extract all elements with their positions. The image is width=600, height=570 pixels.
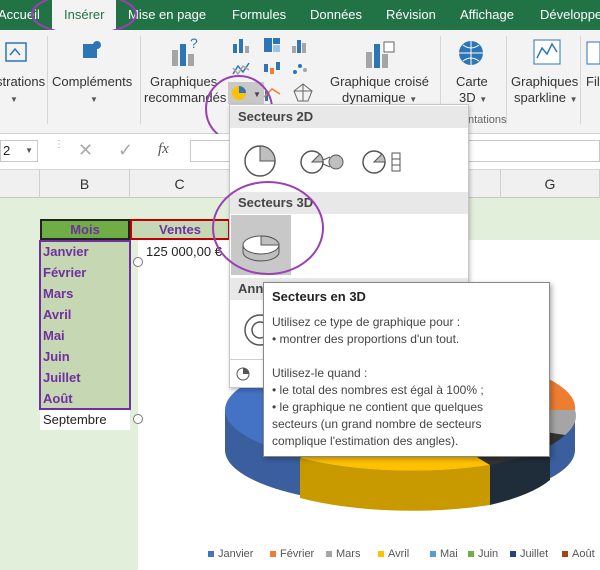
legend-swatch [326,551,332,558]
legend-label: Avril [388,548,410,560]
illustrations-icon[interactable] [2,40,30,66]
confirm-icon[interactable]: ✓ [118,140,133,161]
pie-more-icon[interactable] [236,367,250,381]
legend-swatch [208,551,214,558]
statistic-chart-icon[interactable] [290,36,310,54]
legend-label: Mars [336,548,361,560]
month-cell-septembre[interactable]: Septembre [40,409,130,430]
column-chart-icon[interactable] [231,36,251,54]
separator [140,36,141,124]
legend-label: Janvier [218,548,254,560]
legend-item[interactable]: Juin [468,548,498,560]
sparkline-label-1[interactable]: Graphiques [511,74,578,90]
pie-of-pie-icon[interactable] [298,147,346,177]
group-label-presentations: ntations [468,114,507,126]
resize-handle[interactable] [133,257,143,267]
filters-label[interactable]: Filt [586,74,600,90]
legend-item[interactable]: Juillet [510,548,548,560]
tooltip-line: Utilisez-le quand : [272,366,368,380]
tooltip-line: • montrer des proportions d'un tout. [272,332,460,346]
bar-of-pie-icon[interactable] [360,147,408,177]
legend-swatch [468,551,474,558]
sparkline-icon[interactable] [532,38,562,68]
month-cell[interactable]: Avril [40,304,130,325]
col-header-g[interactable]: G [500,170,600,198]
complements-button[interactable]: Compléments [52,74,132,90]
radar-chart-icon[interactable] [292,82,314,104]
month-cell[interactable]: Février [40,262,130,283]
tooltip-title: Secteurs en 3D [272,289,366,304]
tooltip-body: Utilisez ce type de graphique pour : • mo… [272,314,541,450]
legend-item[interactable]: Janvier [208,548,253,560]
tooltip-line: secteurs (un grand nombre de secteurs [272,417,482,431]
legend-label: Février [280,548,315,560]
tooltip-line [272,348,541,365]
resize-handle[interactable] [133,414,143,424]
legend-swatch [562,551,568,558]
legend-item[interactable]: Avril [378,548,409,560]
tooltip-line: • le graphique ne contient que quelques [272,400,484,414]
month-cell[interactable]: Mars [40,283,130,304]
name-box[interactable]: 2 ▼ [0,140,38,162]
separator [506,36,507,124]
legend-label: Août [572,548,595,560]
month-cell[interactable]: Juin [40,346,130,367]
legend-swatch [510,551,516,558]
legend-swatch [378,551,384,558]
pivot-chart-icon[interactable] [362,38,396,72]
separator [47,36,48,124]
legend-swatch [270,551,276,558]
col-header-b[interactable]: B [40,170,130,198]
map-3d-label-1[interactable]: Carte [456,74,488,90]
legend-item[interactable]: Mai [430,548,458,560]
scatter-chart-icon[interactable] [290,60,310,78]
legend-label: Juillet [520,548,549,560]
recommended-charts-icon[interactable]: ? [168,35,202,70]
svg-text:?: ? [190,36,198,51]
insert-function-button[interactable]: fx [158,141,169,158]
illustrations-button[interactable]: strations [0,74,45,90]
chevron-down-icon: ▼ [90,95,98,104]
tab-affichage[interactable]: Affichage [460,0,514,30]
tooltip: Secteurs en 3D Utilisez ce type de graph… [263,282,550,457]
sparkline-label-2[interactable]: sparkline ▼ [514,90,578,108]
tooltip-line: • le total des nombres est égal à 100% ; [272,383,484,397]
pivot-chart-label-1[interactable]: Graphique croisé [330,74,429,90]
complements-icon[interactable] [78,38,106,66]
highlight-circle-3d [212,181,324,275]
hierarchy-chart-icon[interactable] [262,36,282,54]
legend-swatch [430,551,436,558]
header-mois-cell[interactable]: Mois [40,219,130,240]
cancel-icon[interactable]: ✕ [78,140,93,161]
legend-item[interactable]: Août [562,548,595,560]
tab-developpeur[interactable]: Développe [540,0,600,30]
legend-item[interactable]: Mars [326,548,360,560]
legend-label: Juin [478,548,499,560]
globe-icon[interactable] [456,38,486,68]
drag-handle[interactable]: ⋮ [54,140,64,160]
col-header-a[interactable] [0,170,40,198]
section-2d-header: Secteurs 2D [230,106,468,128]
tooltip-line: complique l'estimation des angles). [272,434,459,448]
month-cell[interactable]: Janvier [40,241,130,262]
tab-formules[interactable]: Formules [232,0,286,30]
separator [580,36,581,124]
month-cell[interactable]: Août [40,388,130,409]
legend-item[interactable]: Février [270,548,314,560]
pie-2d-icon[interactable] [242,143,278,179]
month-cell[interactable]: Mai [40,325,130,346]
filter-icon[interactable] [586,38,600,68]
month-cell[interactable]: Juillet [40,367,130,388]
tab-revision[interactable]: Révision [386,0,436,30]
tab-donnees[interactable]: Données [310,0,362,30]
header-mois: Mois [70,222,100,237]
tooltip-line: Utilisez ce type de graphique pour : [272,315,461,329]
legend-label: Mai [440,548,458,560]
chevron-down-icon: ▼ [10,95,18,104]
